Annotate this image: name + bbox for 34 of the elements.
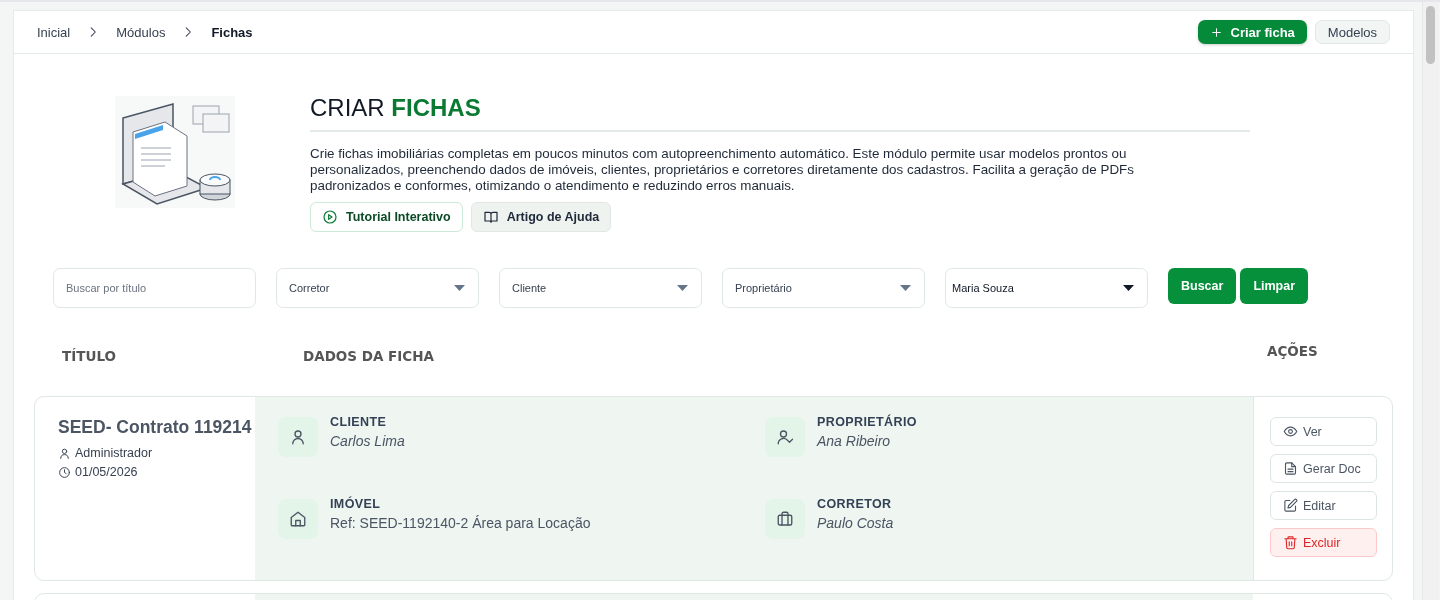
filter-dropdown[interactable]: Maria Souza <box>945 268 1148 308</box>
field-label: CLIENTE <box>330 415 388 429</box>
help-article-button[interactable]: Artigo de Ajuda <box>470 202 612 232</box>
column-header: TÍTULO <box>62 348 117 364</box>
page-description: Crie fichas imobiliárias completas em poucos minutos com autopreenchimento automático. Este módulo permite usar modelos prontos ou personalizados, preenchendo dados de imóveis, clientes, proprietários e corretores diretamente dos cadastros. Facilita a geração de PDFs padronizados e conformes, otimizando o atendimento e reduzindo erros manuais. <box>310 146 1135 194</box>
filter-dropdown[interactable]: Corretor <box>276 268 479 308</box>
filter-dropdown[interactable]: Cliente <box>499 268 702 308</box>
view-button[interactable]: Ver <box>1270 417 1377 446</box>
breadcrumb-link[interactable]: Módulos <box>116 24 166 40</box>
templates-button[interactable]: Modelos <box>1314 20 1390 44</box>
field-label: IMÓVEL <box>330 497 382 511</box>
breadcrumb-link[interactable]: Inicial <box>37 24 71 40</box>
breadcrumb-link[interactable]: Fichas <box>211 24 253 40</box>
field-value: Paulo Costa <box>817 515 894 531</box>
page-title: CRIAR FICHAS <box>310 94 1250 132</box>
edit-button[interactable]: Editar <box>1270 491 1377 520</box>
clear-button[interactable]: Limpar <box>1240 268 1309 304</box>
column-header: AÇÕES <box>1267 343 1318 359</box>
field-label: PROPRIETÁRIO <box>817 415 917 429</box>
generate-doc-button[interactable]: Gerar Doc <box>1270 454 1377 483</box>
delete-button[interactable]: Excluir <box>1270 528 1377 557</box>
create-button[interactable]: Criar ficha <box>1197 20 1307 44</box>
tutorial-button[interactable]: Tutorial Interativo <box>310 202 463 232</box>
record-date: 01/05/2026 <box>75 465 138 479</box>
filter-dropdown[interactable]: Proprietário <box>722 268 925 308</box>
search-button[interactable]: Buscar <box>1168 268 1237 304</box>
field-value: Ref: SEED-1192140-2 Área para Locação <box>330 515 591 531</box>
field-value: Ana Ribeiro <box>817 433 892 449</box>
field-label: CORRETOR <box>817 497 893 511</box>
field-value: Carlos Lima <box>330 433 405 449</box>
record-title: SEED- Contrato 119214 <box>58 417 253 438</box>
author-name: Administrador <box>75 446 153 460</box>
column-header: DADOS DA FICHA <box>303 348 435 364</box>
search-field[interactable]: Buscar por título <box>53 268 256 308</box>
